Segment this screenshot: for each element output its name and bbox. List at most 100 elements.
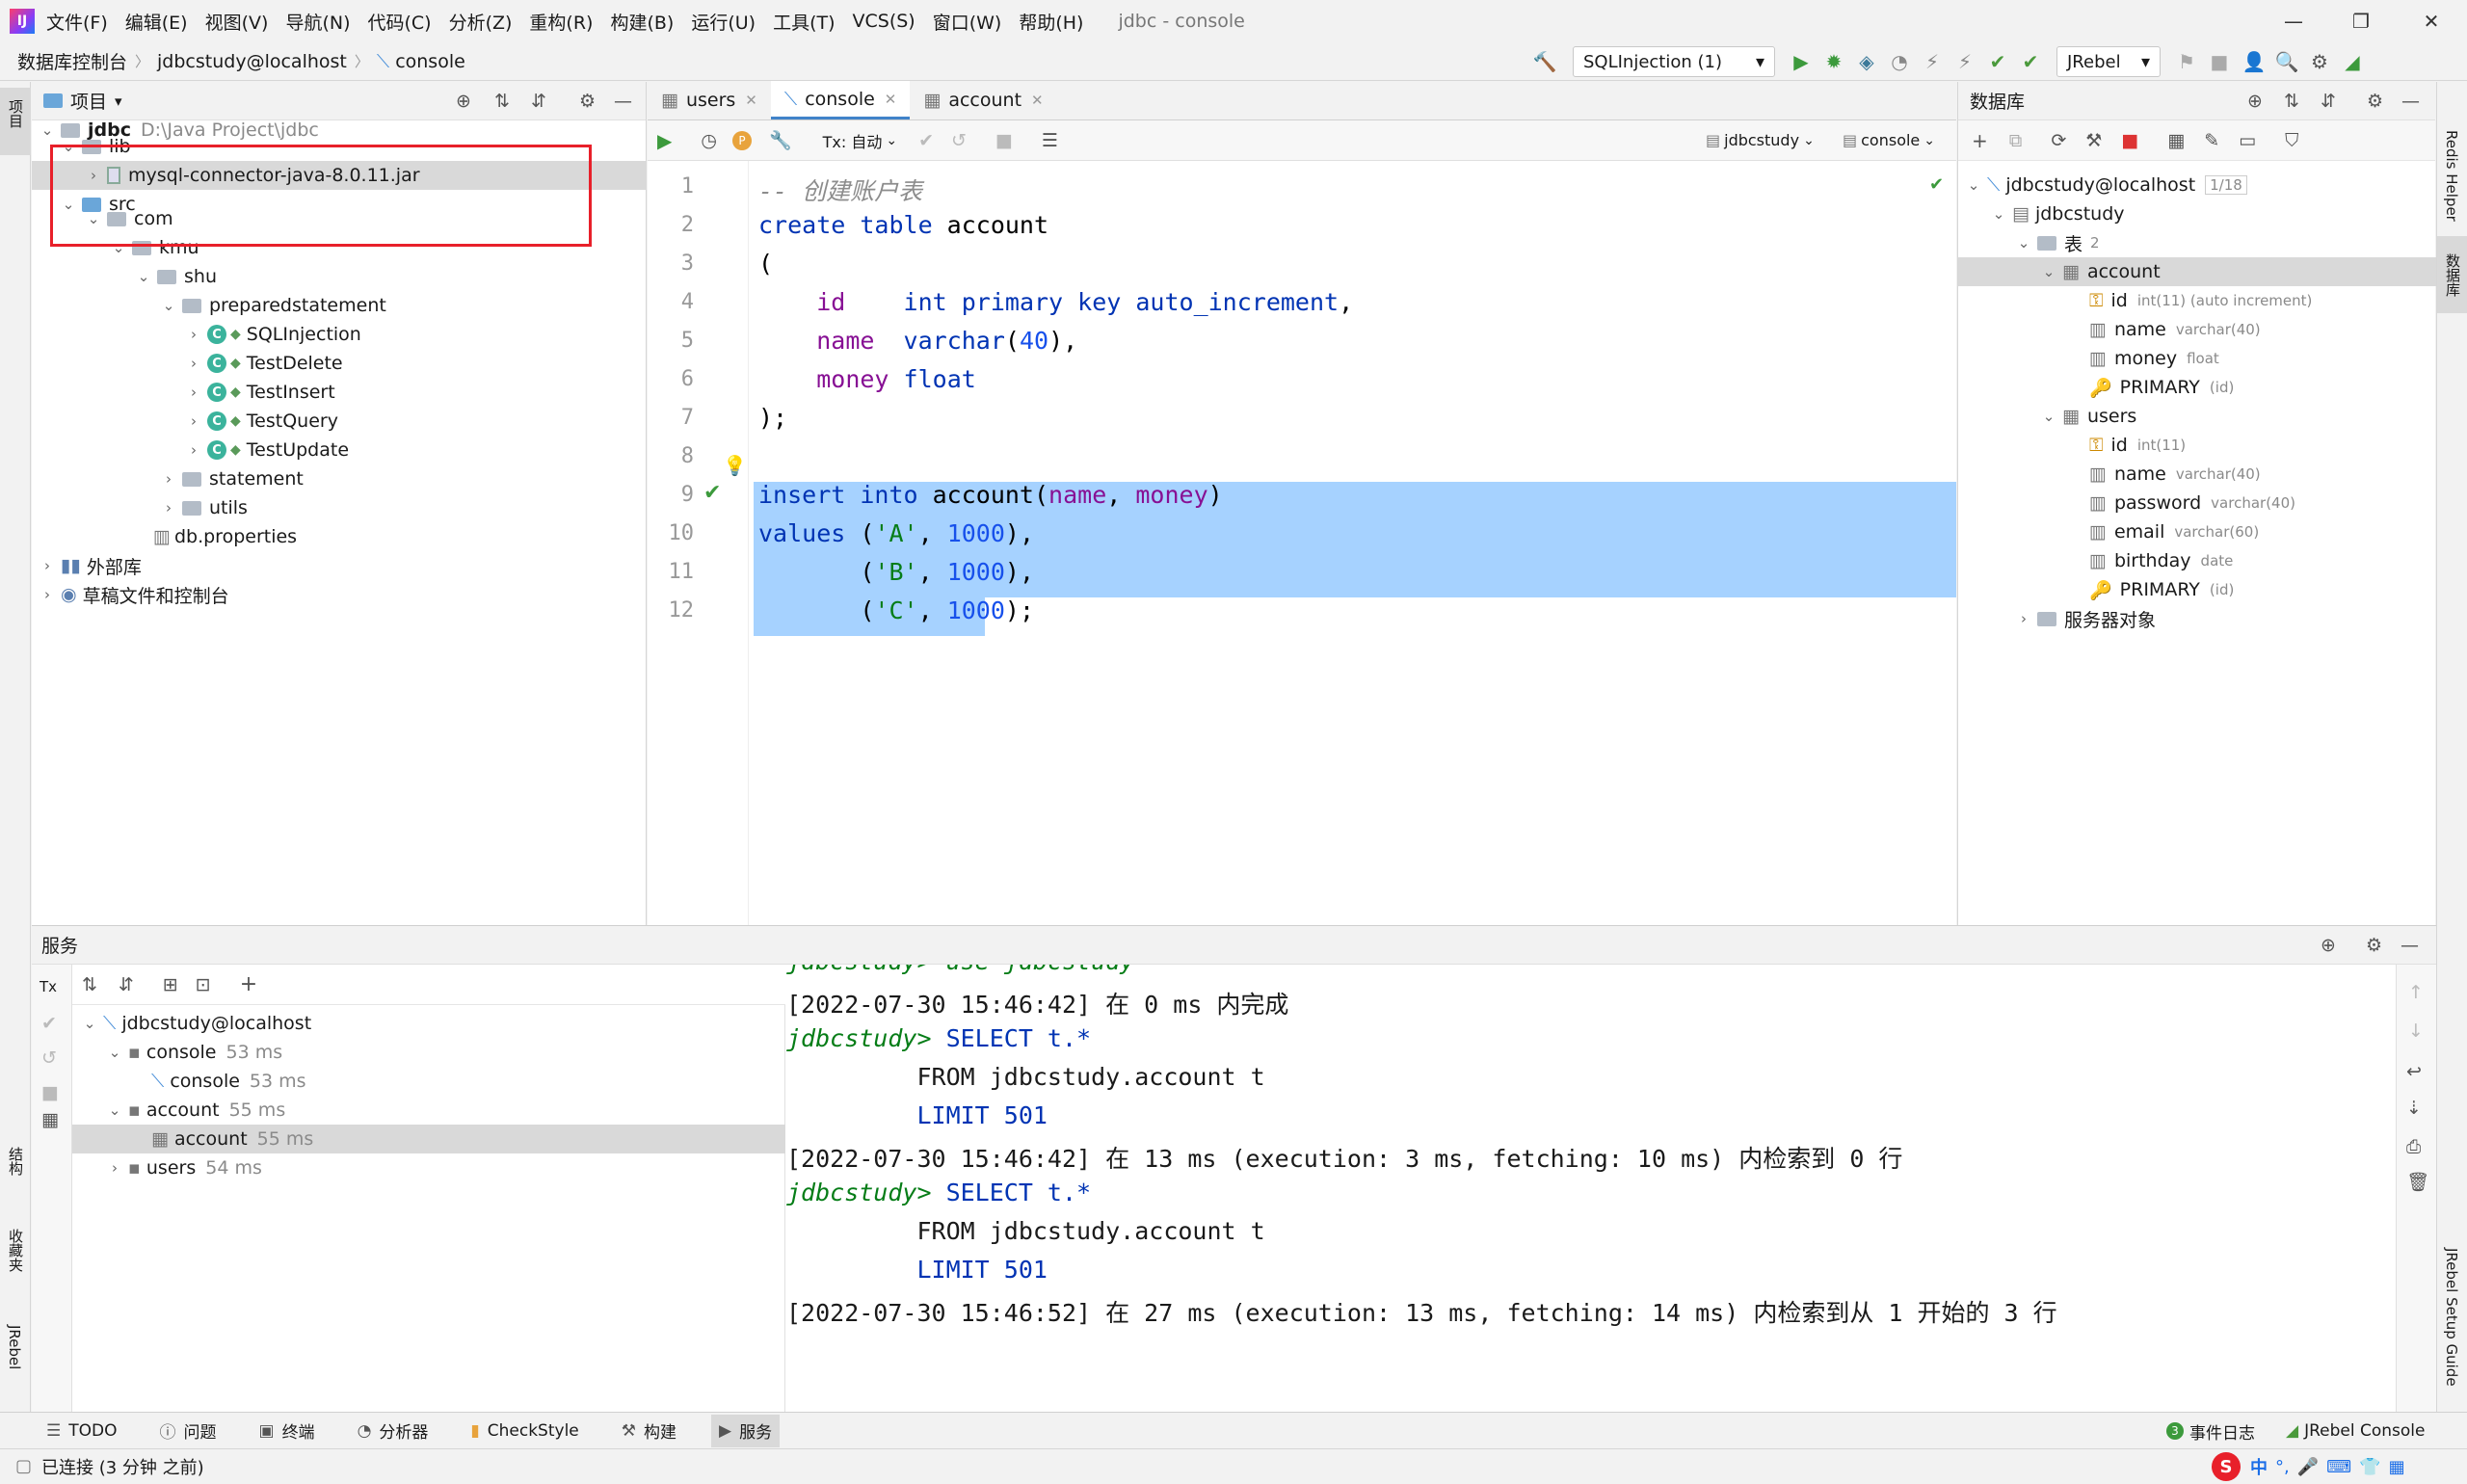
gear-icon[interactable]: ⚙ bbox=[2366, 935, 2382, 956]
db-column[interactable]: ▥ name varchar(40) bbox=[2082, 315, 2261, 344]
gear-icon[interactable]: ⚙ bbox=[2307, 49, 2332, 74]
minimize-icon[interactable]: — bbox=[2260, 0, 2327, 42]
service-session[interactable]: ⌄ ▪ account 55 ms bbox=[107, 1096, 286, 1125]
project-tool-tab[interactable]: 项目 bbox=[6, 99, 26, 128]
voice-icon[interactable]: 🎤 bbox=[2297, 1457, 2319, 1477]
tree-item-shu[interactable]: ⌄ shu bbox=[136, 262, 217, 291]
profile-icon[interactable]: ◔ bbox=[1887, 49, 1912, 74]
event-log-button[interactable]: 3 事件日志 bbox=[2166, 1415, 2255, 1447]
service-console[interactable]: ⟍ console 53 ms bbox=[146, 1067, 306, 1096]
menu-run[interactable]: 运行(U) bbox=[691, 9, 756, 35]
lightbulb-icon[interactable]: 💡 bbox=[723, 454, 747, 477]
menu-vcs[interactable]: VCS(S) bbox=[853, 11, 915, 32]
console-icon[interactable]: ▭ bbox=[2239, 130, 2256, 151]
tool-terminal[interactable]: ▣ 终端 bbox=[252, 1415, 323, 1447]
collapse-all-icon[interactable]: ⇵ bbox=[531, 91, 546, 112]
db-index[interactable]: 🔑 PRIMARY (id) bbox=[2082, 575, 2234, 604]
vcs-icon[interactable]: ⚑ bbox=[2174, 49, 2199, 74]
db-table-account[interactable]: ⌄ ▦ account bbox=[2041, 257, 2161, 286]
cancel-query-icon[interactable]: ■ bbox=[995, 130, 1013, 151]
settings-wrench-icon[interactable]: 🔧 bbox=[769, 129, 792, 151]
scroll-down-icon[interactable]: ↓ bbox=[2408, 1020, 2424, 1042]
jrebel-setup-guide-tab[interactable]: JRebel Setup Guide bbox=[2443, 1248, 2460, 1387]
menu-analyze[interactable]: 分析(Z) bbox=[449, 9, 513, 35]
jrebel-debug-icon[interactable]: ⚡ bbox=[1952, 49, 1977, 74]
keyboard-icon[interactable]: ⌨ bbox=[2326, 1457, 2351, 1477]
run-config-select[interactable]: SQLInjection (1) ▾ bbox=[1573, 46, 1775, 77]
close-icon[interactable]: ✕ bbox=[2398, 0, 2465, 42]
locate-icon[interactable]: ⊕ bbox=[456, 91, 471, 112]
service-connection[interactable]: ⌄ ⟍ jdbcstudy@localhost bbox=[82, 1009, 311, 1038]
service-table-account[interactable]: ▦ account 55 ms bbox=[146, 1125, 313, 1153]
db-column[interactable]: ⚿ id int(11) bbox=[2082, 431, 2186, 460]
favorites-tool-tab[interactable]: 收藏夹 bbox=[6, 1229, 26, 1272]
menu-view[interactable]: 视图(V) bbox=[205, 9, 269, 35]
chevron-down-icon[interactable]: ▾ bbox=[115, 93, 122, 110]
expand-all-icon[interactable]: ⇅ bbox=[82, 974, 97, 995]
service-session[interactable]: › ▪ users 54 ms bbox=[107, 1153, 262, 1182]
commit-icon[interactable]: ✔ bbox=[41, 1013, 57, 1034]
close-icon[interactable]: ✕ bbox=[885, 91, 897, 108]
search-icon[interactable]: 🔍 bbox=[2274, 49, 2299, 74]
db-server-objects[interactable]: › 服务器对象 bbox=[1991, 604, 2156, 633]
jrebel-sync-icon[interactable]: ✔ bbox=[2018, 49, 2043, 74]
db-tables-folder[interactable]: ⌄ 表 2 bbox=[2016, 228, 2100, 257]
expand-all-icon[interactable]: ⇅ bbox=[494, 91, 510, 112]
db-table-users[interactable]: ⌄ ▦ users bbox=[2041, 402, 2137, 431]
console-output[interactable]: jdbcstudy> use jdbcstudy [2022-07-30 15:… bbox=[786, 965, 2396, 1413]
tab-users[interactable]: ▦ users ✕ bbox=[648, 81, 771, 119]
tool-profiler[interactable]: ◔ 分析器 bbox=[350, 1415, 437, 1447]
menu-tools[interactable]: 工具(T) bbox=[773, 9, 835, 35]
db-schema[interactable]: ⌄ ▤ jdbcstudy bbox=[1991, 199, 2125, 228]
schema-select[interactable]: ▤ jdbcstudy ⌄ bbox=[1706, 131, 1815, 149]
group-icon[interactable]: ⊞ bbox=[163, 974, 178, 995]
db-column[interactable]: ▥ birthday date bbox=[2082, 546, 2233, 575]
tree-item-class[interactable]: › C ◆ TestDelete bbox=[186, 349, 343, 378]
tx-mode-select[interactable]: Tx: 自动 bbox=[823, 129, 883, 152]
plugin-icon[interactable]: ◢ bbox=[2340, 49, 2365, 74]
add-icon[interactable]: + bbox=[240, 972, 257, 996]
locate-icon[interactable]: ⊕ bbox=[2247, 91, 2263, 112]
print-icon[interactable]: ⎙ bbox=[2406, 1136, 2421, 1157]
hide-icon[interactable]: — bbox=[2401, 935, 2419, 956]
db-column[interactable]: ▥ money float bbox=[2082, 344, 2219, 373]
db-connection[interactable]: ⌄ ⟍ jdbcstudy@localhost 1/18 bbox=[1966, 171, 2247, 199]
redis-helper-tab[interactable]: Redis Helper bbox=[2443, 130, 2460, 222]
hide-icon[interactable]: — bbox=[614, 91, 632, 112]
properties-icon[interactable]: ⚒ bbox=[2085, 130, 2102, 151]
soft-wrap-icon[interactable]: ↩ bbox=[2406, 1061, 2422, 1082]
output-layout-icon[interactable]: ☰ bbox=[1042, 130, 1058, 151]
menu-help[interactable]: 帮助(H) bbox=[1019, 9, 1083, 35]
new-session-icon[interactable]: ⊡ bbox=[196, 974, 211, 995]
close-icon[interactable]: ✕ bbox=[745, 92, 757, 109]
jrebel-update-icon[interactable]: ✔ bbox=[1985, 49, 2010, 74]
debug-icon[interactable]: ✹ bbox=[1821, 49, 1846, 74]
gear-icon[interactable]: ⚙ bbox=[579, 91, 596, 112]
tool-services[interactable]: ▶ 服务 bbox=[711, 1414, 781, 1447]
tool-todo[interactable]: ☰ TODO bbox=[39, 1415, 125, 1447]
console-select[interactable]: ▤ console ⌄ bbox=[1843, 131, 1935, 149]
close-icon[interactable]: ✕ bbox=[1031, 92, 1044, 109]
schema-counter-badge[interactable]: 1/18 bbox=[2205, 175, 2247, 195]
scroll-to-end-icon[interactable]: ⇣ bbox=[2406, 1098, 2422, 1119]
breadcrumb-connection[interactable]: jdbcstudy@localhost bbox=[157, 51, 347, 72]
execute-icon[interactable]: ▶ bbox=[657, 129, 672, 152]
gear-icon[interactable]: ⚙ bbox=[2367, 91, 2383, 112]
tool-problems[interactable]: ⓘ 问题 bbox=[152, 1415, 225, 1447]
tree-item-statement[interactable]: › statement bbox=[161, 464, 304, 493]
menu-code[interactable]: 代码(C) bbox=[367, 9, 431, 35]
rollback-icon[interactable]: ↺ bbox=[41, 1047, 57, 1069]
service-session[interactable]: ⌄ ▪ console 53 ms bbox=[107, 1038, 282, 1067]
user-icon[interactable]: 👤 bbox=[2242, 49, 2267, 74]
menu-file[interactable]: 文件(F) bbox=[46, 9, 108, 35]
tree-item-scratches[interactable]: › ◉ 草稿文件和控制台 bbox=[40, 580, 229, 609]
tree-item-class[interactable]: › C ◆ TestInsert bbox=[186, 378, 335, 407]
tree-item-class[interactable]: › C ◆ TestQuery bbox=[186, 407, 338, 436]
jrebel-tool-tab[interactable]: JRebel bbox=[6, 1325, 23, 1369]
menu-navigate[interactable]: 导航(N) bbox=[285, 9, 350, 35]
tree-item-preparedstatement[interactable]: ⌄ preparedstatement bbox=[161, 291, 386, 320]
tx-icon[interactable]: Tx bbox=[40, 978, 57, 995]
hide-icon[interactable]: — bbox=[2401, 91, 2420, 112]
layout-icon[interactable]: ▦ bbox=[41, 1109, 59, 1130]
filter-icon[interactable]: ⛉ bbox=[2285, 130, 2298, 151]
